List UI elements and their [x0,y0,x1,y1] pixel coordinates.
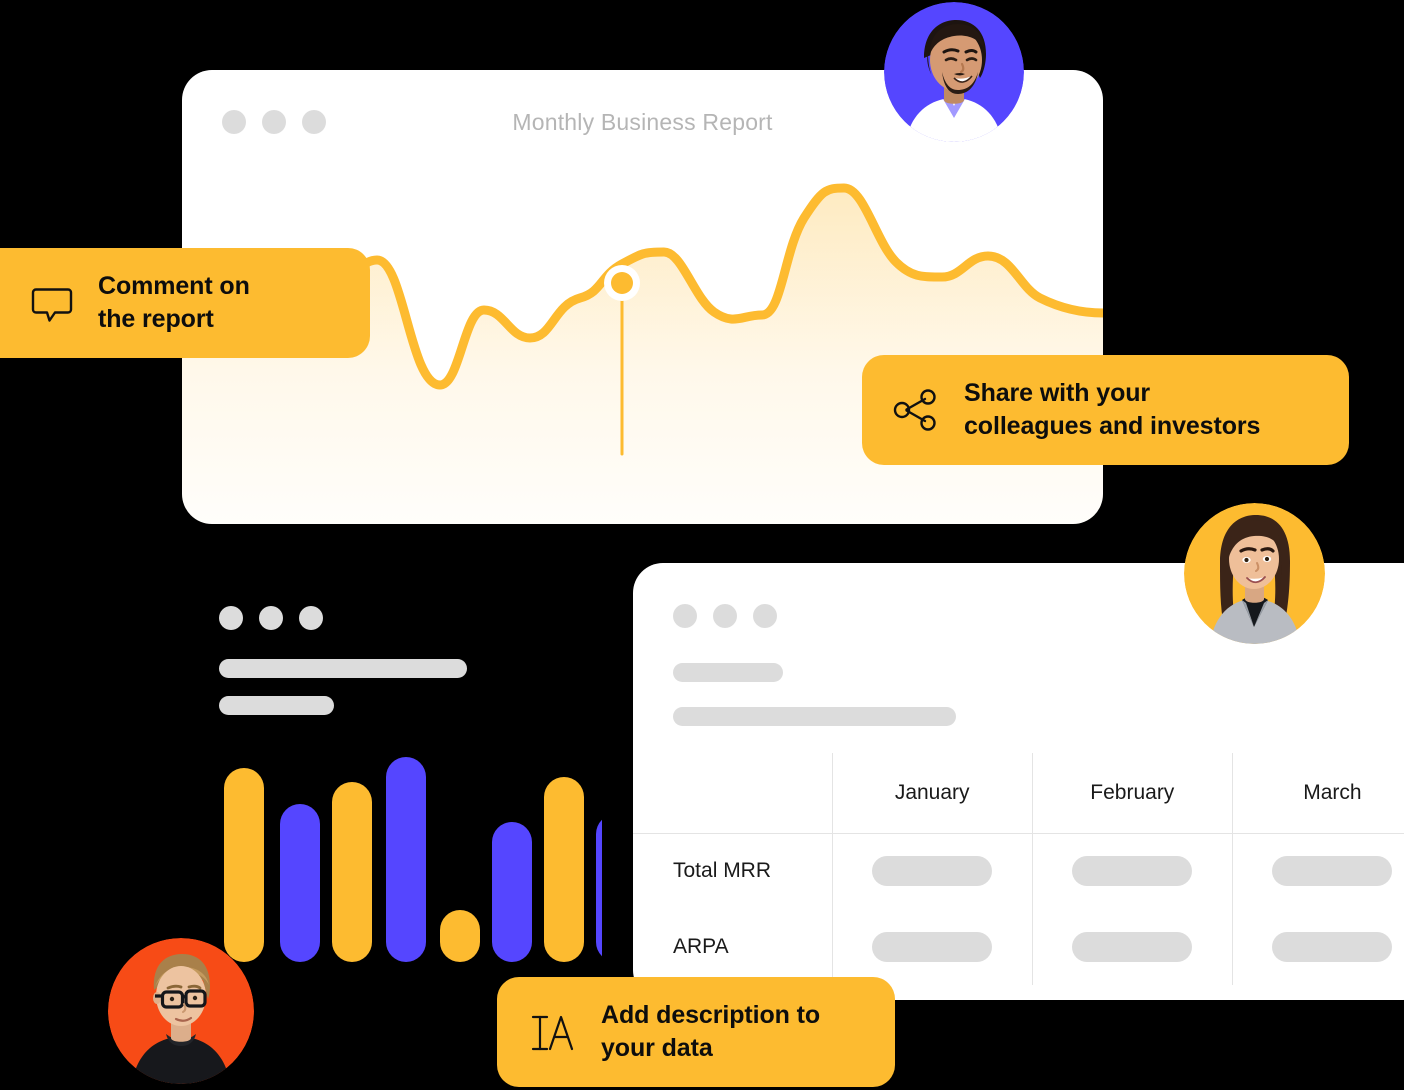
share-nodes-icon [892,386,940,434]
row-label-total-mrr: Total MRR [633,832,833,909]
table-cell[interactable] [1232,832,1404,909]
column-header-january[interactable]: January [832,753,1033,834]
window-dot[interactable] [673,604,697,628]
tooltip-label: Add description to your data [601,1001,821,1062]
skeleton-lines-table [673,663,956,726]
avatar-man-purple[interactable] [884,2,1024,142]
bar[interactable] [386,757,426,962]
screenshot-root: Monthly Business Report January February… [0,0,1404,1090]
value-placeholder-pill [1272,932,1393,962]
table-row: Total MRR [633,832,1404,909]
tooltip-add-description[interactable]: Add description to your data [497,977,895,1087]
bar[interactable] [440,910,480,962]
tooltip-share-with-colleagues[interactable]: Share with your colleagues and investors [862,355,1349,465]
comment-bubble-icon [30,281,74,325]
tooltip-label: Share with your colleagues and investors [964,379,1261,440]
table-cell[interactable] [832,832,1033,909]
table-row: ARPA [633,909,1404,985]
column-header-february[interactable]: February [1032,753,1233,834]
window-dots-table [673,604,777,628]
tooltip-label: Comment on the report [98,272,250,333]
bar-chart [224,757,602,962]
value-placeholder-pill [1072,856,1193,887]
bar[interactable] [280,804,320,962]
skeleton-line [673,663,783,682]
bars-card [182,563,602,1003]
avatar-man-glasses[interactable] [108,938,254,1084]
table-body: Total MRR ARPA [633,832,1404,985]
table-header-row: January February March [633,753,1404,834]
column-header-blank [633,753,833,834]
bar[interactable] [332,782,372,962]
table-cell[interactable] [1032,909,1233,985]
bar[interactable] [492,822,532,962]
data-point-marker[interactable] [611,272,633,294]
bar[interactable] [596,814,602,962]
value-placeholder-pill [872,932,993,962]
bar[interactable] [544,777,584,962]
table-header: January February March [633,753,1404,834]
window-dot[interactable] [713,604,737,628]
avatar-woman-yellow[interactable] [1184,503,1325,644]
table-cell[interactable] [1032,832,1233,909]
window-dot[interactable] [753,604,777,628]
skeleton-line [673,707,956,726]
metrics-table: January February March Total MRR ARPA [633,753,1404,985]
row-label-arpa: ARPA [633,909,833,985]
table-cell[interactable] [832,909,1033,985]
bar[interactable] [224,768,264,962]
value-placeholder-pill [1072,932,1193,962]
text-cursor-a-icon [527,1008,577,1056]
tooltip-comment-on-report[interactable]: Comment on the report [0,248,370,358]
column-header-march[interactable]: March [1232,753,1404,834]
table-cell[interactable] [1232,909,1404,985]
value-placeholder-pill [1272,856,1393,887]
value-placeholder-pill [872,856,993,887]
